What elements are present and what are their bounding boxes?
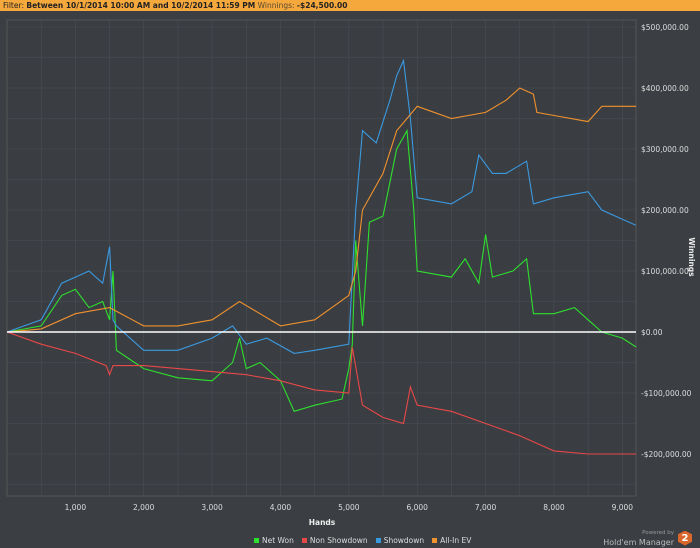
winnings-value: -$24,500.00 [296,1,348,10]
legend-swatch-icon [254,538,259,543]
y-tick-label: $100,000.00 [641,267,689,276]
legend-swatch-icon [301,538,307,543]
x-tick-label: 4,000 [270,503,292,512]
legend-label: Showdown [383,536,425,545]
legend-item[interactable]: Net Won [254,536,294,545]
y-tick-label: -$100,000.00 [641,389,692,398]
brand-badge-icon: 2 [678,530,692,546]
y-tick-label: $400,000.00 [641,84,689,93]
x-tick-label: 5,000 [338,503,360,512]
x-tick-label: 3,000 [201,503,223,512]
x-tick-label: 9,000 [612,503,634,512]
x-tick-label: 2,000 [133,503,155,512]
plot-area [6,19,637,497]
x-tick-label: 8,000 [543,503,565,512]
legend-item[interactable]: All-In EV [432,536,471,545]
legend-label: Non Showdown [309,536,368,545]
y-tick-label: $300,000.00 [641,145,689,154]
brand-logo: Powered by Hold'em Manager 2 [603,529,692,547]
legend: Net Won Non Showdown Showdown All-In EV [254,536,471,545]
winnings-chart: 1,000 2,000 3,000 4,000 5,000 6,000 7,000 8,000… [6,19,696,527]
legend-label: All-In EV [440,536,472,545]
brand-name: Hold'em Manager [603,538,674,547]
legend-item[interactable]: Showdown [375,536,425,545]
y-tick-label: -$200,000.00 [641,450,692,459]
filter-range: Between 10/1/2014 10:00 AM and 10/2/2014… [26,1,256,10]
legend-item[interactable]: Non Showdown [301,536,368,545]
y-tick-label: $0.00 [641,328,663,337]
legend-label: Net Won [262,536,294,545]
x-tick-label: 6,000 [406,503,428,512]
x-axis-label: Hands [309,518,336,527]
filter-bar: Filter: Between 10/1/2014 10:00 AM and 1… [0,0,700,11]
y-tick-label: $200,000.00 [641,206,689,215]
legend-swatch-icon [432,538,438,543]
y-axis-label: Winnings [687,237,696,277]
winnings-label: Winnings: [257,1,295,10]
powered-by: Powered by [642,530,674,536]
filter-label: Filter: [3,1,24,10]
y-tick-label: $500,000.00 [641,23,689,32]
x-tick-label: 1,000 [65,503,87,512]
x-tick-label: 7,000 [475,503,497,512]
legend-swatch-icon [375,538,381,543]
